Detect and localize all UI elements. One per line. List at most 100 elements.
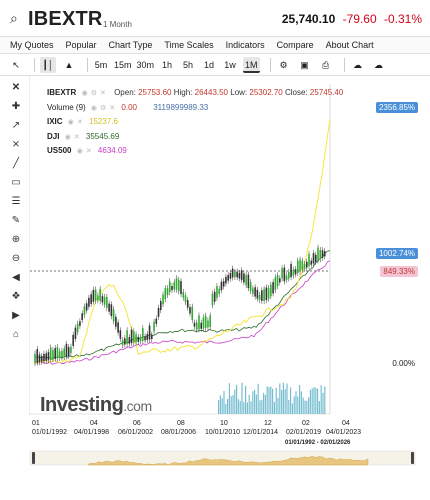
menu-time-scales[interactable]: Time Scales: [158, 40, 219, 50]
ibex-candle-body: [92, 289, 95, 302]
x-tick-top: 12: [264, 420, 272, 427]
menu-compare[interactable]: Compare: [271, 40, 320, 50]
ibex-candle-body: [76, 323, 79, 333]
sound-icon[interactable]: ◀: [10, 272, 22, 284]
close-icon[interactable]: ✕: [74, 134, 80, 141]
eye-icon[interactable]: ◉: [82, 90, 88, 97]
eye-icon[interactable]: ◉: [77, 148, 83, 155]
close-icon[interactable]: ✕: [10, 82, 22, 94]
navigator-handle-right[interactable]: [411, 452, 414, 464]
range-navigator[interactable]: 01/01/1992 - 02/01/2026: [0, 440, 430, 470]
timeframe-30m[interactable]: 30m: [137, 57, 155, 73]
timeframe-5m[interactable]: 5m: [93, 57, 109, 73]
ibex-candle-body: [189, 307, 191, 314]
chart-legend: IBEXTR ◉ ⚙ ✕ Open: 25753.60 High: 26443.50…: [47, 86, 343, 159]
legend-volume-extra: 3119899989.33: [153, 102, 209, 112]
eye-icon[interactable]: ◉: [91, 105, 97, 112]
timeframe-5h[interactable]: 5h: [180, 57, 196, 73]
low-value: 25302.70: [249, 88, 283, 97]
eye-icon[interactable]: ◉: [65, 134, 71, 141]
ibex-candle-body: [133, 331, 135, 343]
ibex-candle-body: [292, 269, 295, 276]
ibex-candle-body: [227, 275, 229, 281]
gear-icon[interactable]: ⚙: [276, 57, 292, 73]
volume-bar: [313, 387, 315, 414]
x-tick-top: 06: [133, 420, 141, 427]
ibex-candle-body: [54, 348, 57, 359]
volume-bar: [309, 389, 311, 414]
low-label: Low:: [230, 88, 248, 97]
arrow-icon[interactable]: ▶: [10, 310, 22, 322]
ibex-candle-body: [47, 352, 50, 361]
timeframe-1M[interactable]: 1M: [243, 56, 260, 73]
ibex-candle-body: [177, 279, 180, 292]
ibex-candle-body: [151, 334, 153, 339]
gear-icon[interactable]: ⚙: [100, 105, 106, 112]
text-icon[interactable]: ❖: [10, 291, 22, 303]
close-icon[interactable]: ✕: [100, 90, 106, 97]
cursor-icon[interactable]: ↖: [8, 57, 24, 73]
zoom-in-icon[interactable]: ⊕: [10, 234, 22, 246]
ibex-candle-body: [99, 288, 101, 301]
eraser-icon[interactable]: ⨯: [10, 139, 22, 151]
search-icon[interactable]: ⌕: [10, 10, 18, 27]
ibex-candle-body: [310, 260, 313, 265]
ibex-candle-body: [119, 330, 122, 339]
ibex-candle-body: [97, 295, 99, 301]
ibex-candle-body: [45, 353, 48, 361]
gear-icon[interactable]: ⚙: [91, 90, 97, 97]
volume-bar: [286, 383, 288, 414]
cloud-upload-icon[interactable]: ☁: [371, 57, 387, 73]
timeframe-1w[interactable]: 1w: [222, 57, 238, 73]
ibex-candle-body: [142, 328, 144, 341]
lock-icon[interactable]: ⌂: [10, 329, 22, 341]
ibex-candle-body: [263, 289, 265, 301]
ibex-candle-body: [81, 313, 83, 321]
brush-icon[interactable]: ✎: [10, 215, 22, 227]
menu-indicators[interactable]: Indicators: [220, 40, 271, 50]
cloud-download-icon[interactable]: ☁: [350, 57, 366, 73]
volume-bar: [308, 397, 310, 414]
ibex-candle-body: [49, 347, 52, 360]
ibex-candle-body: [186, 300, 189, 308]
crosshair-icon[interactable]: ✚: [10, 101, 22, 113]
zoom-out-icon[interactable]: ⊖: [10, 253, 22, 265]
area-type-icon[interactable]: ▲: [61, 57, 77, 73]
volume-bar: [228, 383, 230, 414]
eye-icon[interactable]: ◉: [68, 119, 74, 126]
close-icon[interactable]: ✕: [86, 148, 92, 155]
ibex-candle-body: [297, 260, 299, 273]
rectangle-icon[interactable]: ▭: [10, 177, 22, 189]
timeframe-1h[interactable]: 1h: [159, 57, 175, 73]
timeframe-1d[interactable]: 1d: [201, 57, 217, 73]
volume-bar: [259, 400, 261, 414]
close-icon[interactable]: ✕: [77, 119, 83, 126]
close-icon[interactable]: ✕: [109, 105, 115, 112]
volume-bar: [234, 389, 236, 414]
camera-icon[interactable]: ▣: [297, 57, 313, 73]
trendline-icon[interactable]: ╱: [10, 158, 22, 170]
menu-popular[interactable]: Popular: [60, 40, 103, 50]
timeframe-15m[interactable]: 15m: [114, 57, 132, 73]
volume-bar: [263, 392, 265, 414]
x-tick-top: 10: [220, 420, 228, 427]
ibex-candle-body: [157, 307, 160, 317]
navigator-track[interactable]: [0, 440, 430, 470]
magic-cursor-icon[interactable]: ↗: [10, 120, 22, 132]
close-label: Close:: [285, 88, 308, 97]
navigator-handle-left[interactable]: [32, 452, 35, 464]
menu-my-quotes[interactable]: My Quotes: [4, 40, 60, 50]
menu-chart-type[interactable]: Chart Type: [103, 40, 159, 50]
ibex-candle-body: [243, 273, 245, 283]
ibex-candle-body: [281, 268, 283, 279]
print-icon[interactable]: ⎙: [318, 57, 334, 73]
x-tick-label: 10/01/2010: [205, 429, 241, 436]
ibex-candle-body: [162, 294, 164, 305]
ibex-candle-body: [218, 288, 220, 295]
legend-dji-name: DJI: [47, 131, 60, 141]
volume-bar: [261, 399, 263, 414]
ibex-candle-body: [52, 350, 54, 360]
fibonacci-icon[interactable]: ☰: [10, 196, 22, 208]
menu-about-chart[interactable]: About Chart: [320, 40, 380, 50]
candlestick-type-icon[interactable]: ┃│: [40, 56, 56, 73]
